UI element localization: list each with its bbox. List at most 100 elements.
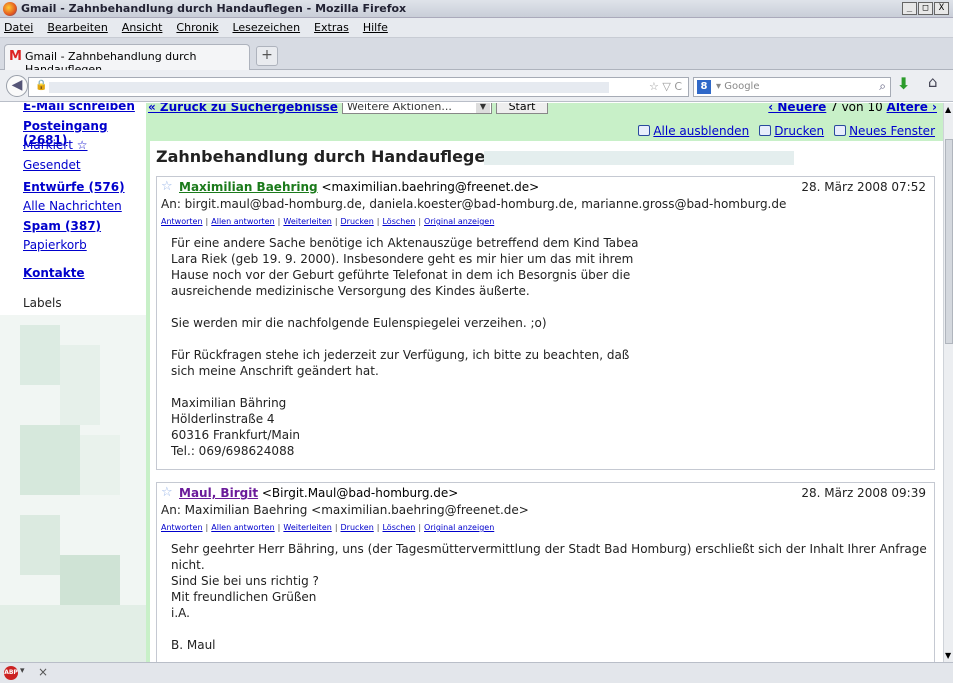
firefox-logo-icon bbox=[3, 2, 17, 16]
menu-lesezeichen[interactable]: Lesezeichen bbox=[232, 21, 300, 34]
reply-all-link[interactable]: Allen antworten bbox=[211, 523, 274, 532]
tab-gmail[interactable]: M Gmail - Zahnbehandlung durch Handaufle… bbox=[4, 44, 250, 76]
star-icon[interactable]: ☆ bbox=[161, 485, 173, 500]
sidebar-item-starred[interactable]: Markiert ☆ bbox=[23, 138, 88, 152]
search-engine-icon[interactable]: 8 bbox=[697, 80, 711, 94]
print-message-link[interactable]: Drucken bbox=[341, 217, 374, 226]
search-icon[interactable]: ⌕ bbox=[879, 79, 886, 94]
back-button[interactable]: ◀ bbox=[6, 75, 28, 97]
close-bar-button[interactable]: × bbox=[38, 665, 48, 679]
message-view: « Zurück zu Suchergebnisse Weitere Aktio… bbox=[146, 103, 943, 662]
status-bar: ABP ▾ × bbox=[0, 662, 953, 683]
search-placeholder: ▾ Google bbox=[716, 81, 760, 92]
chevron-down-icon[interactable]: ▾ bbox=[20, 666, 25, 676]
body-paragraph: Sie werden mir die nachfolgende Eulenspi… bbox=[171, 316, 547, 330]
window-title: Gmail - Zahnbehandlung durch Handauflege… bbox=[21, 2, 407, 15]
pager: ‹ Neuere 7 von 10 Ältere › bbox=[768, 103, 937, 114]
sidebar-item-all-mail[interactable]: Alle Nachrichten bbox=[23, 199, 122, 213]
new-window-link[interactable]: Neues Fenster bbox=[834, 124, 935, 138]
labels-heading: Labels bbox=[23, 296, 62, 310]
sender-name-link[interactable]: Maximilian Baehring bbox=[179, 180, 318, 194]
sender-name-link[interactable]: Maul, Birgit bbox=[179, 486, 258, 500]
message-actions: Antworten | Allen antworten | Weiterleiten | D… bbox=[161, 523, 495, 532]
signature: B. Maul bbox=[171, 638, 216, 652]
message-date: 28. März 2008 09:39 bbox=[801, 486, 926, 500]
delete-link[interactable]: Löschen bbox=[382, 217, 415, 226]
page-scrollbar[interactable]: ▲ ▼ bbox=[943, 103, 953, 662]
message-card: ☆ Maul, Birgit <Birgit.Maul@bad-homburg.… bbox=[156, 482, 935, 662]
chevron-down-icon: ▼ bbox=[476, 103, 490, 113]
subject-labels-redacted bbox=[484, 151, 794, 165]
url-text-redacted bbox=[49, 82, 609, 93]
adblock-icon[interactable]: ABP bbox=[4, 666, 18, 680]
sidebar-item-contacts[interactable]: Kontakte bbox=[23, 266, 85, 280]
labels-redacted-area bbox=[0, 315, 146, 662]
scroll-up-icon[interactable]: ▲ bbox=[945, 105, 951, 114]
sidebar-item-trash[interactable]: Papierkorb bbox=[23, 238, 87, 252]
menu-datei[interactable]: Datei bbox=[4, 21, 33, 34]
forward-link[interactable]: Weiterleiten bbox=[283, 523, 331, 532]
printer-icon bbox=[759, 125, 772, 136]
search-bar[interactable]: 8 ▾ Google ⌕ bbox=[693, 77, 891, 97]
show-original-link[interactable]: Original anzeigen bbox=[424, 523, 494, 532]
scroll-down-icon[interactable]: ▼ bbox=[945, 651, 951, 660]
reply-link[interactable]: Antworten bbox=[161, 523, 203, 532]
close-window-button[interactable]: X bbox=[934, 2, 949, 15]
forward-link[interactable]: Weiterleiten bbox=[283, 217, 331, 226]
body-paragraph: Für eine andere Sache benötige ich Akten… bbox=[171, 236, 639, 298]
collapse-icon bbox=[638, 125, 651, 136]
message-sender: Maul, Birgit <Birgit.Maul@bad-homburg.de… bbox=[179, 486, 459, 500]
body-paragraph: Sehr geehrter Herr Bähring, uns (der Tag… bbox=[171, 542, 927, 620]
sidebar-item-sent[interactable]: Gesendet bbox=[23, 158, 81, 172]
new-tab-button[interactable]: + bbox=[256, 46, 278, 66]
download-icon[interactable]: ⬇ bbox=[897, 74, 910, 93]
menu-bar: Datei Bearbeiten Ansicht Chronik Lesezei… bbox=[0, 18, 953, 38]
start-button[interactable]: Start bbox=[496, 103, 548, 114]
delete-link[interactable]: Löschen bbox=[382, 523, 415, 532]
sidebar-item-spam[interactable]: Spam (387) bbox=[23, 219, 101, 233]
home-icon[interactable]: ⌂ bbox=[928, 73, 938, 91]
more-actions-select[interactable]: Weitere Aktionen... ▼ bbox=[342, 103, 492, 114]
message-recipients: An: Maximilian Baehring <maximilian.baeh… bbox=[161, 503, 529, 517]
menu-bearbeiten[interactable]: Bearbeiten bbox=[47, 21, 107, 34]
message-recipients: An: birgit.maul@bad-homburg.de, daniela.… bbox=[161, 197, 787, 211]
print-link[interactable]: Drucken bbox=[759, 124, 824, 138]
message-body: Sehr geehrter Herr Bähring, uns (der Tag… bbox=[171, 541, 934, 662]
back-to-results-link[interactable]: « Zurück zu Suchergebnisse bbox=[148, 103, 338, 114]
message-card: ☆ Maximilian Baehring <maximilian.baehri… bbox=[156, 176, 935, 470]
reply-link[interactable]: Antworten bbox=[161, 217, 203, 226]
bookmark-star-icon[interactable]: ☆ ▽ C bbox=[649, 80, 682, 93]
menu-chronik[interactable]: Chronik bbox=[176, 21, 218, 34]
message-actions: Antworten | Allen antworten | Weiterleiten | D… bbox=[161, 217, 495, 226]
print-message-link[interactable]: Drucken bbox=[341, 523, 374, 532]
sidebar-item-drafts[interactable]: Entwürfe (576) bbox=[23, 180, 125, 194]
newer-link[interactable]: ‹ Neuere bbox=[768, 103, 826, 114]
signature: Maximilian Bähring Hölderlinstraße 4 60316… bbox=[171, 396, 301, 458]
tab-bar: M Gmail - Zahnbehandlung durch Handaufle… bbox=[0, 38, 953, 76]
minimize-button[interactable]: _ bbox=[902, 2, 917, 15]
gmail-favicon-icon: M bbox=[9, 49, 22, 64]
star-icon[interactable]: ☆ bbox=[161, 179, 173, 194]
reply-all-link[interactable]: Allen antworten bbox=[211, 217, 274, 226]
navigation-bar: ◀ 🔒 ☆ ▽ C 8 ▾ Google ⌕ bbox=[0, 70, 953, 102]
body-paragraph: Für Rückfragen stehe ich jederzeit zur V… bbox=[171, 348, 630, 378]
thread-area: Zahnbehandlung durch Handauflegen ☆ Maxi… bbox=[146, 141, 943, 662]
older-link[interactable]: Ältere › bbox=[887, 103, 937, 114]
scroll-thumb[interactable] bbox=[945, 139, 953, 344]
gmail-content: E-Mail schreiben Posteingang (2681) Mark… bbox=[0, 103, 943, 662]
window-titlebar: Gmail - Zahnbehandlung durch Handauflege… bbox=[0, 0, 953, 18]
compose-link[interactable]: E-Mail schreiben bbox=[23, 103, 135, 113]
message-body: Für eine andere Sache benötige ich Akten… bbox=[171, 235, 639, 475]
thread-subject: Zahnbehandlung durch Handauflegen bbox=[156, 147, 497, 166]
menu-extras[interactable]: Extras bbox=[314, 21, 349, 34]
show-original-link[interactable]: Original anzeigen bbox=[424, 217, 494, 226]
gmail-sidebar: E-Mail schreiben Posteingang (2681) Mark… bbox=[0, 103, 146, 662]
maximize-button[interactable]: □ bbox=[918, 2, 933, 15]
hide-all-link[interactable]: Alle ausblenden bbox=[638, 124, 749, 138]
new-window-icon bbox=[834, 125, 847, 136]
message-date: 28. März 2008 07:52 bbox=[801, 180, 926, 194]
url-bar[interactable]: 🔒 ☆ ▽ C bbox=[28, 77, 689, 97]
lock-icon: 🔒 bbox=[35, 80, 48, 91]
menu-hilfe[interactable]: Hilfe bbox=[363, 21, 388, 34]
menu-ansicht[interactable]: Ansicht bbox=[122, 21, 163, 34]
